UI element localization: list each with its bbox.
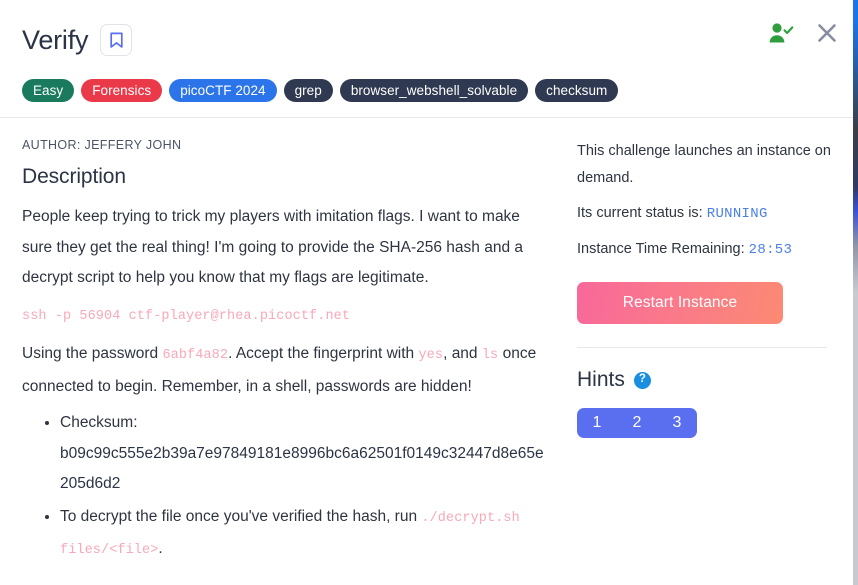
author-label: AUTHOR: JEFFERY JOHN [22, 138, 182, 152]
close-icon [816, 22, 838, 47]
decrypt-prefix: To decrypt the file once you've verified… [60, 507, 422, 525]
status-badge: RUNNING [706, 206, 768, 222]
yes-code: yes [418, 348, 444, 364]
user-check-icon [768, 22, 794, 47]
hint-button-1[interactable]: 1 [577, 408, 617, 438]
modal-header: Verify Easy Forensics picoCTF 2024 grep … [0, 0, 858, 117]
hints-header: Hints ? [577, 368, 834, 392]
tag-easy[interactable]: Easy [22, 79, 75, 102]
instance-panel: This challenge launches an instance on d… [568, 118, 858, 438]
question-mark-icon[interactable]: ? [633, 371, 651, 389]
tag-forensics[interactable]: Forensics [81, 79, 163, 102]
hint-button-group: 123 [577, 408, 697, 438]
time-label: Instance Time Remaining: [577, 241, 749, 257]
time-remaining-value: 28:53 [748, 242, 793, 258]
modal-body: AUTHOR: JEFFERY JOHN Description People … [0, 118, 858, 582]
password-instructions: Using the password 6abf4a82. Accept the … [22, 339, 546, 402]
page-scrollbar[interactable] [853, 0, 858, 585]
hint-button-3[interactable]: 3 [657, 408, 697, 438]
instance-status-row: Its current status is: RUNNING [577, 200, 834, 228]
hint-button-2[interactable]: 2 [617, 408, 657, 438]
instance-time-row: Instance Time Remaining: 28:53 [577, 236, 834, 264]
challenge-description-panel: AUTHOR: JEFFERY JOHN Description People … [0, 118, 568, 567]
checksum-label: Checksum: [60, 414, 138, 432]
tag-list: Easy Forensics picoCTF 2024 grep browser_web… [22, 79, 836, 117]
password-middle: . Accept the fingerprint with [228, 345, 419, 363]
close-button[interactable] [816, 22, 838, 47]
bookmark-icon [109, 32, 124, 49]
instance-notice: This challenge launches an instance on d… [577, 143, 831, 186]
tag-browser-webshell-solvable[interactable]: browser_webshell_solvable [339, 79, 529, 102]
bookmark-button[interactable] [100, 24, 133, 56]
status-label: Its current status is: [577, 205, 707, 221]
instruction-bullets: Checksum: b09c99c555e2b39a7e97849181e899… [22, 408, 546, 567]
solved-status-button[interactable] [768, 22, 794, 47]
tag-grep[interactable]: grep [283, 79, 333, 102]
password-code: 6abf4a82 [162, 348, 229, 364]
restart-instance-button[interactable]: Restart Instance [577, 282, 783, 324]
password-prefix: Using the password [22, 345, 163, 363]
password-and: , and [443, 345, 482, 363]
title-row: Verify [22, 18, 836, 62]
page-title: Verify [22, 24, 89, 55]
list-item-decrypt: To decrypt the file once you've verified… [60, 502, 546, 567]
tag-picoctf-2024[interactable]: picoCTF 2024 [169, 79, 277, 102]
checksum-value: b09c99c555e2b39a7e97849181e8996bc6a62501… [60, 444, 544, 493]
description-heading: Description [22, 165, 126, 188]
description-paragraph: People keep trying to trick my players w… [22, 208, 523, 286]
challenge-modal: Verify Easy Forensics picoCTF 2024 grep … [0, 0, 858, 585]
tag-checksum[interactable]: checksum [535, 79, 619, 102]
ls-code: ls [481, 348, 499, 364]
hints-title: Hints [577, 368, 625, 391]
ssh-command: ssh -p 56904 ctf-player@rhea.picoctf.net [22, 308, 351, 324]
header-actions [768, 22, 838, 47]
sidebar-divider [577, 347, 827, 348]
list-item-checksum: Checksum: b09c99c555e2b39a7e97849181e899… [60, 408, 546, 500]
decrypt-suffix: . [158, 540, 163, 558]
